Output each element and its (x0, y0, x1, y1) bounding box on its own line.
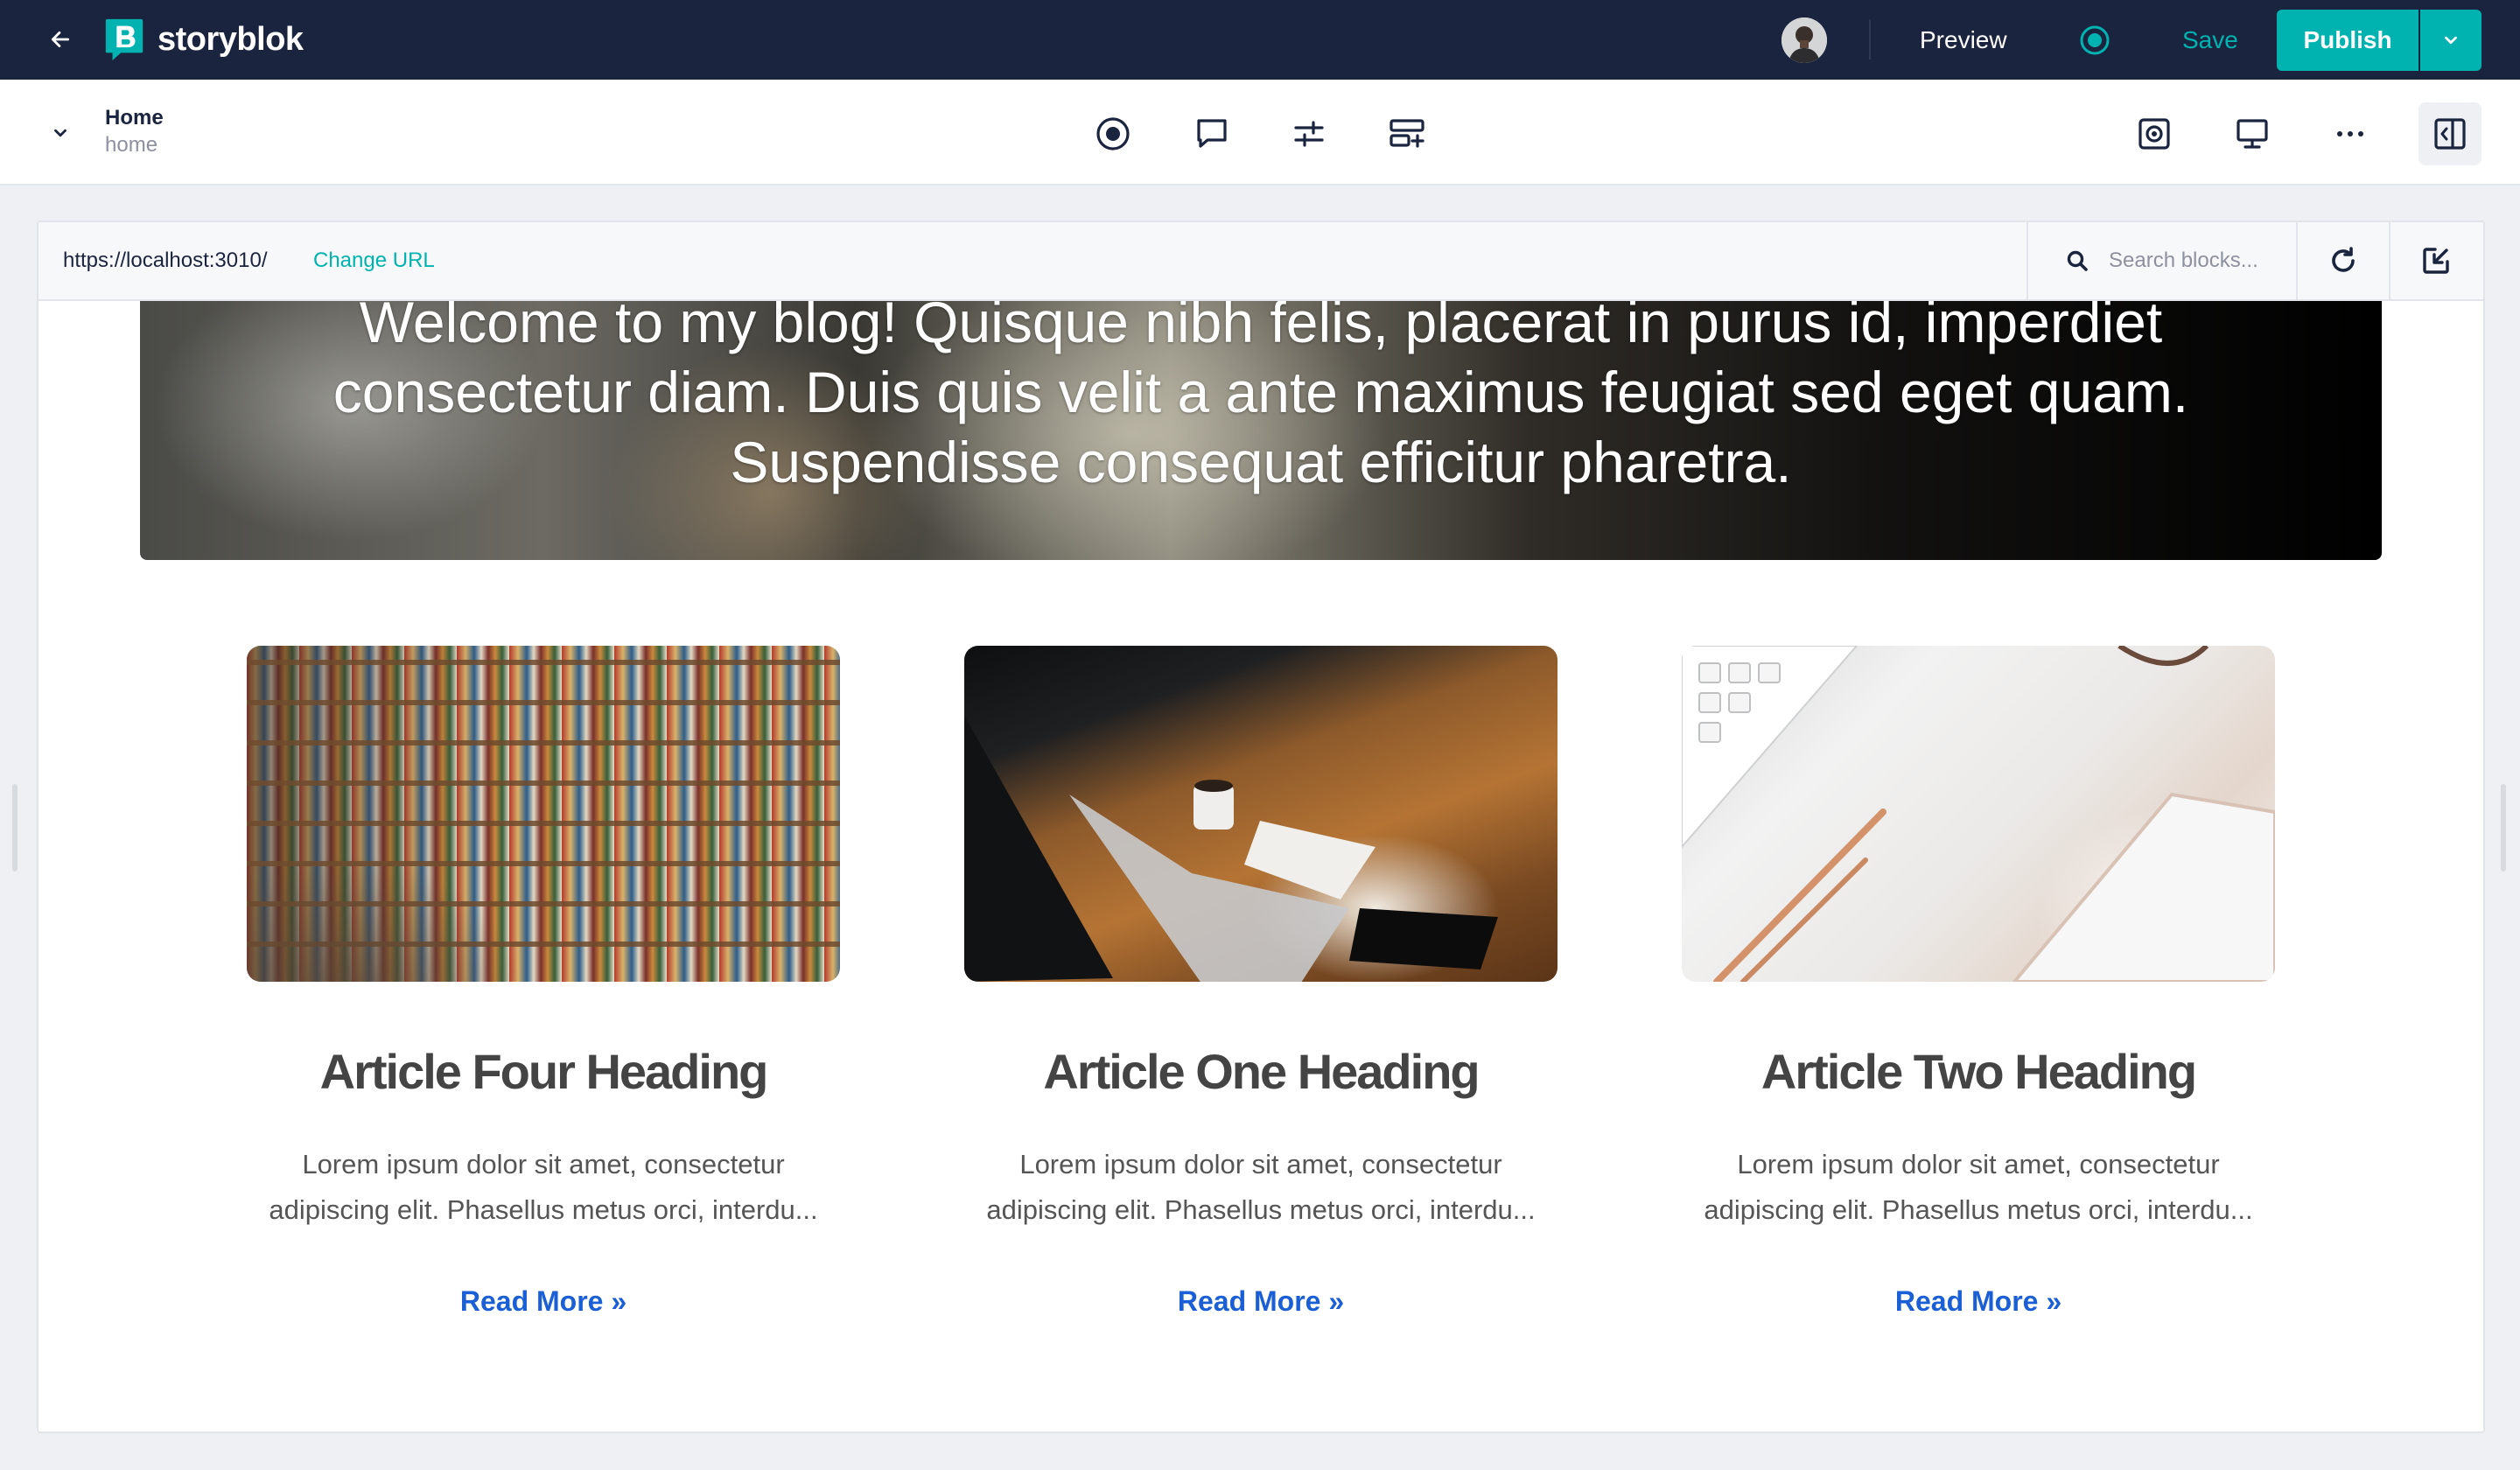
article-excerpt: Lorem ipsum dolor sit amet, consectetur … (269, 1149, 818, 1225)
editor-toolbar: Home home (0, 80, 2520, 186)
article-card[interactable]: Article Two Heading Lorem ipsum dolor si… (1682, 646, 2275, 1318)
article-heading: Article Four Heading (319, 1044, 769, 1099)
brand-name: storyblok (158, 20, 304, 58)
device-preview-button[interactable] (2228, 109, 2277, 158)
refresh-preview-button[interactable] (2296, 222, 2389, 299)
preview-url: https://localhost:3010/ (63, 248, 268, 272)
screenshot-button[interactable] (2130, 109, 2179, 158)
search-icon (2065, 248, 2090, 273)
add-block-icon (1390, 119, 1424, 148)
article-excerpt: Lorem ipsum dolor sit amet, consectetur … (1704, 1149, 2253, 1225)
change-url-link[interactable]: Change URL (313, 248, 435, 273)
edit-check-icon (2423, 248, 2449, 274)
read-more-link[interactable]: Read More » (1682, 1285, 2275, 1318)
avatar[interactable] (1782, 18, 1827, 63)
keyboard-photo-illustration (1682, 646, 2275, 982)
desk-photo-illustration (964, 716, 1498, 982)
search-blocks-input[interactable] (2109, 248, 2275, 273)
open-editor-button[interactable] (2389, 222, 2482, 299)
preview-button[interactable]: Preview (1897, 18, 2030, 63)
hero-banner: Welcome to my blog! Quisque nibh felis, … (140, 301, 2382, 560)
screenshot-icon (2138, 118, 2170, 150)
article-image (964, 646, 1558, 982)
chevron-down-icon (2445, 36, 2457, 45)
target-icon (1096, 117, 1130, 150)
story-title: Home (105, 106, 164, 130)
save-button[interactable]: Save (2161, 18, 2259, 63)
back-button[interactable] (40, 19, 80, 60)
comments-tab[interactable] (1187, 109, 1236, 158)
read-more-link[interactable]: Read More » (964, 1285, 1558, 1318)
live-status-button[interactable] (2072, 18, 2118, 63)
article-heading: Article Two Heading (1760, 1044, 2197, 1099)
article-card[interactable]: Article Four Heading Lorem ipsum dolor s… (247, 646, 840, 1318)
panel-toggle-icon (2434, 118, 2466, 150)
sliders-icon (1294, 121, 1324, 147)
article-card[interactable]: Article One Heading Lorem ipsum dolor si… (964, 646, 1558, 1318)
right-resize-handle[interactable] (2501, 784, 2506, 872)
storyblok-logo-icon (105, 18, 144, 61)
read-more-link[interactable]: Read More » (247, 1285, 840, 1318)
user-avatar-icon (1782, 18, 1827, 63)
toggle-panel-button[interactable] (2418, 102, 2482, 165)
article-image (247, 646, 840, 982)
article-heading: Article One Heading (1043, 1044, 1480, 1099)
hero-text: Welcome to my blog! Quisque nibh felis, … (332, 301, 2189, 494)
more-options-button[interactable] (2326, 109, 2375, 158)
config-tab[interactable] (1284, 109, 1334, 158)
monitor-icon (2236, 119, 2268, 149)
block-search (2026, 222, 2296, 299)
topbar-divider (1869, 19, 1871, 60)
comment-icon (1197, 119, 1227, 148)
chevron-down-icon (54, 129, 66, 137)
arrow-left-icon (51, 32, 70, 47)
story-slug: home (105, 133, 158, 157)
article-excerpt: Lorem ipsum dolor sit amet, consectetur … (986, 1149, 1536, 1225)
status-dot-icon (2080, 25, 2110, 55)
publish-options-button[interactable] (2420, 10, 2482, 71)
preview-frame: https://localhost:3010/ Change URL Searc… (37, 220, 2485, 1433)
visual-editor-tab[interactable] (1088, 109, 1138, 158)
more-icon (2337, 131, 2363, 136)
article-image (1682, 646, 2275, 982)
left-resize-handle[interactable] (12, 784, 18, 872)
publish-button[interactable]: Publish (2277, 10, 2418, 71)
url-bar: https://localhost:3010/ Change URL (38, 222, 2483, 301)
top-bar: storyblok Preview Save Publish (0, 0, 2520, 80)
brand[interactable]: storyblok (103, 18, 304, 61)
refresh-icon (2332, 247, 2355, 272)
story-menu-toggle[interactable] (40, 113, 80, 153)
add-block-tab[interactable] (1382, 109, 1432, 158)
